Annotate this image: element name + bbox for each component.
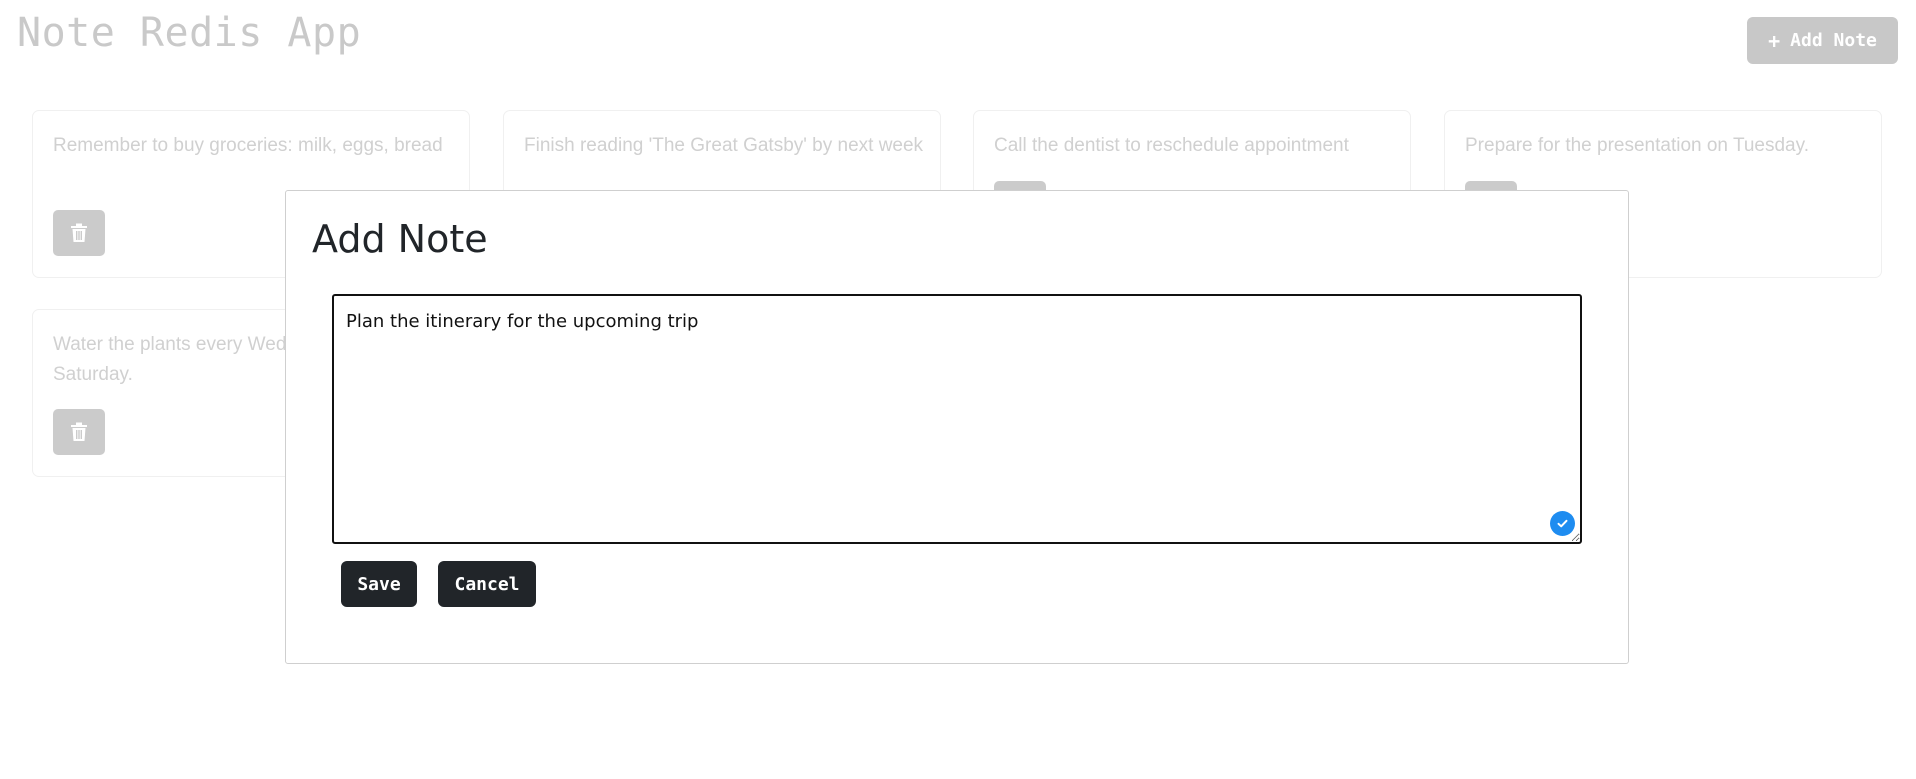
checkmark-icon[interactable] [1550,511,1575,536]
page: Note Redis App + Add Note Remember to bu… [0,0,1916,779]
delete-note-button[interactable] [53,210,105,256]
note-text: Finish reading 'The Great Gatsby' by nex… [524,135,924,156]
add-note-label: Add Note [1790,30,1877,51]
plus-icon: + [1768,28,1781,53]
trash-icon [71,422,87,441]
note-text: Prepare for the presentation on Tuesday. [1465,135,1809,156]
note-textarea[interactable]: Plan the itinerary for the upcoming trip [332,294,1582,544]
add-note-modal: Add Note Plan the itinerary for the upco… [285,190,1629,664]
app-title: Note Redis App [17,10,362,56]
add-note-button[interactable]: + Add Note [1747,17,1898,64]
note-text: Remember to buy groceries: milk, eggs, b… [53,135,443,156]
trash-icon [71,223,87,242]
delete-note-button[interactable] [53,409,105,455]
cancel-button[interactable]: Cancel [438,561,536,607]
note-text: Call the dentist to reschedule appointme… [994,135,1349,156]
save-button[interactable]: Save [341,561,417,607]
modal-title: Add Note [312,217,488,261]
